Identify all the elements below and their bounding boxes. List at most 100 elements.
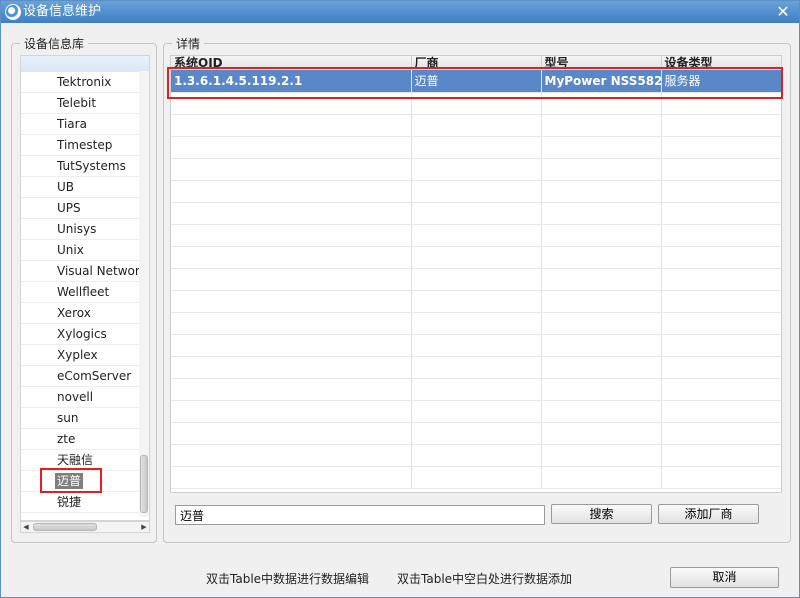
table-cell-empty[interactable]: [661, 114, 781, 137]
table-cell-empty[interactable]: [661, 466, 781, 489]
table-row-empty[interactable]: [171, 180, 781, 203]
table-cell-empty[interactable]: [171, 334, 412, 357]
table-row-empty[interactable]: [171, 466, 781, 489]
table-row-empty[interactable]: [171, 224, 781, 247]
table-cell-empty[interactable]: [171, 466, 412, 489]
scroll-right-arrow-icon[interactable]: ▶: [139, 522, 149, 532]
table-cell-empty[interactable]: [661, 422, 781, 445]
title-bar[interactable]: 设备信息维护 ✕: [1, 1, 799, 23]
table-row-empty[interactable]: [171, 202, 781, 225]
library-horizontal-scrollbar[interactable]: ◀ ▶: [20, 521, 150, 533]
table-cell-empty[interactable]: [541, 202, 662, 225]
table-cell-empty[interactable]: [661, 202, 781, 225]
list-item[interactable]: UPS: [21, 198, 139, 219]
table-cell-empty[interactable]: [411, 202, 542, 225]
list-item[interactable]: eComServer: [21, 366, 139, 387]
library-horizontal-scroll-thumb[interactable]: [33, 523, 97, 531]
list-item[interactable]: 锐捷: [21, 492, 139, 513]
table-cell-empty[interactable]: [661, 158, 781, 181]
table-cell-empty[interactable]: [171, 444, 412, 467]
library-vertical-scrollbar[interactable]: [139, 71, 149, 517]
table-cell-empty[interactable]: [661, 246, 781, 269]
table-cell-empty[interactable]: [661, 268, 781, 291]
table-row-empty[interactable]: [171, 290, 781, 313]
list-item[interactable]: Tektronix: [21, 72, 139, 93]
table-row-empty[interactable]: [171, 114, 781, 137]
table-cell-empty[interactable]: [411, 158, 542, 181]
table-cell-empty[interactable]: [171, 180, 412, 203]
table-cell-empty[interactable]: [661, 444, 781, 467]
table-cell-empty[interactable]: [661, 180, 781, 203]
table-row-empty[interactable]: [171, 312, 781, 335]
table-cell-empty[interactable]: [541, 334, 662, 357]
search-button[interactable]: 搜索: [551, 504, 652, 524]
table-cell-empty[interactable]: [171, 114, 412, 137]
list-item[interactable]: Timestep: [21, 135, 139, 156]
table-cell-empty[interactable]: [661, 312, 781, 335]
list-item[interactable]: Xerox: [21, 303, 139, 324]
add-vendor-button[interactable]: 添加厂商: [658, 504, 759, 524]
table-cell-empty[interactable]: [411, 422, 542, 445]
table-cell-empty[interactable]: [171, 356, 412, 379]
table-cell-empty[interactable]: [411, 356, 542, 379]
details-table[interactable]: 系统OID 厂商 型号 设备类型 1.3.6.1.4.5.119.2.1 迈普 …: [171, 56, 781, 489]
list-item[interactable]: sun: [21, 408, 139, 429]
table-cell-empty[interactable]: [411, 444, 542, 467]
library-vertical-scroll-thumb[interactable]: [140, 455, 148, 513]
table-cell-empty[interactable]: [171, 378, 412, 401]
table-cell-empty[interactable]: [411, 334, 542, 357]
table-cell-empty[interactable]: [411, 224, 542, 247]
table-cell-empty[interactable]: [411, 466, 542, 489]
table-cell-empty[interactable]: [171, 312, 412, 335]
table-row-empty[interactable]: [171, 246, 781, 269]
table-cell-empty[interactable]: [541, 114, 662, 137]
table-row-empty[interactable]: [171, 136, 781, 159]
table-cell-empty[interactable]: [541, 180, 662, 203]
list-item[interactable]: Unisys: [21, 219, 139, 240]
cancel-button[interactable]: 取消: [670, 567, 779, 588]
table-cell-empty[interactable]: [541, 356, 662, 379]
list-item[interactable]: UB: [21, 177, 139, 198]
table-cell-empty[interactable]: [411, 114, 542, 137]
list-item[interactable]: zte: [21, 429, 139, 450]
table-cell-empty[interactable]: [661, 136, 781, 159]
table-cell-empty[interactable]: [411, 400, 542, 423]
table-cell-empty[interactable]: [171, 290, 412, 313]
table-cell-empty[interactable]: [171, 400, 412, 423]
table-cell-empty[interactable]: [541, 378, 662, 401]
table-cell-empty[interactable]: [411, 136, 542, 159]
list-item[interactable]: Wellfleet: [21, 282, 139, 303]
list-item[interactable]: Tiara: [21, 114, 139, 135]
scroll-left-arrow-icon[interactable]: ◀: [21, 522, 31, 532]
table-cell-empty[interactable]: [411, 312, 542, 335]
list-item[interactable]: Xylogics: [21, 324, 139, 345]
list-item[interactable]: Unix: [21, 240, 139, 261]
details-table-container[interactable]: 系统OID 厂商 型号 设备类型 1.3.6.1.4.5.119.2.1 迈普 …: [170, 55, 782, 493]
device-library-list[interactable]: Tektronix Telebit Tiara Timestep TutSystems U…: [20, 55, 150, 521]
list-item[interactable]: TutSystems: [21, 156, 139, 177]
table-cell-empty[interactable]: [661, 290, 781, 313]
search-input[interactable]: [175, 505, 545, 525]
table-cell-empty[interactable]: [541, 312, 662, 335]
list-item[interactable]: Xyplex: [21, 345, 139, 366]
table-row-empty[interactable]: [171, 378, 781, 401]
table-cell-empty[interactable]: [411, 268, 542, 291]
list-item[interactable]: Telebit: [21, 93, 139, 114]
table-row-empty[interactable]: [171, 158, 781, 181]
table-cell-empty[interactable]: [171, 224, 412, 247]
list-item[interactable]: Visual Networl: [21, 261, 139, 282]
table-cell-empty[interactable]: [411, 290, 542, 313]
table-cell-empty[interactable]: [661, 400, 781, 423]
table-cell-empty[interactable]: [541, 246, 662, 269]
table-cell-empty[interactable]: [171, 246, 412, 269]
table-cell-empty[interactable]: [541, 268, 662, 291]
table-row-empty[interactable]: [171, 356, 781, 379]
table-row-empty[interactable]: [171, 334, 781, 357]
table-cell-empty[interactable]: [541, 444, 662, 467]
table-cell-empty[interactable]: [171, 422, 412, 445]
table-cell-empty[interactable]: [541, 400, 662, 423]
table-row-empty[interactable]: [171, 422, 781, 445]
table-cell-empty[interactable]: [661, 356, 781, 379]
table-cell-empty[interactable]: [541, 290, 662, 313]
table-cell-empty[interactable]: [411, 246, 542, 269]
